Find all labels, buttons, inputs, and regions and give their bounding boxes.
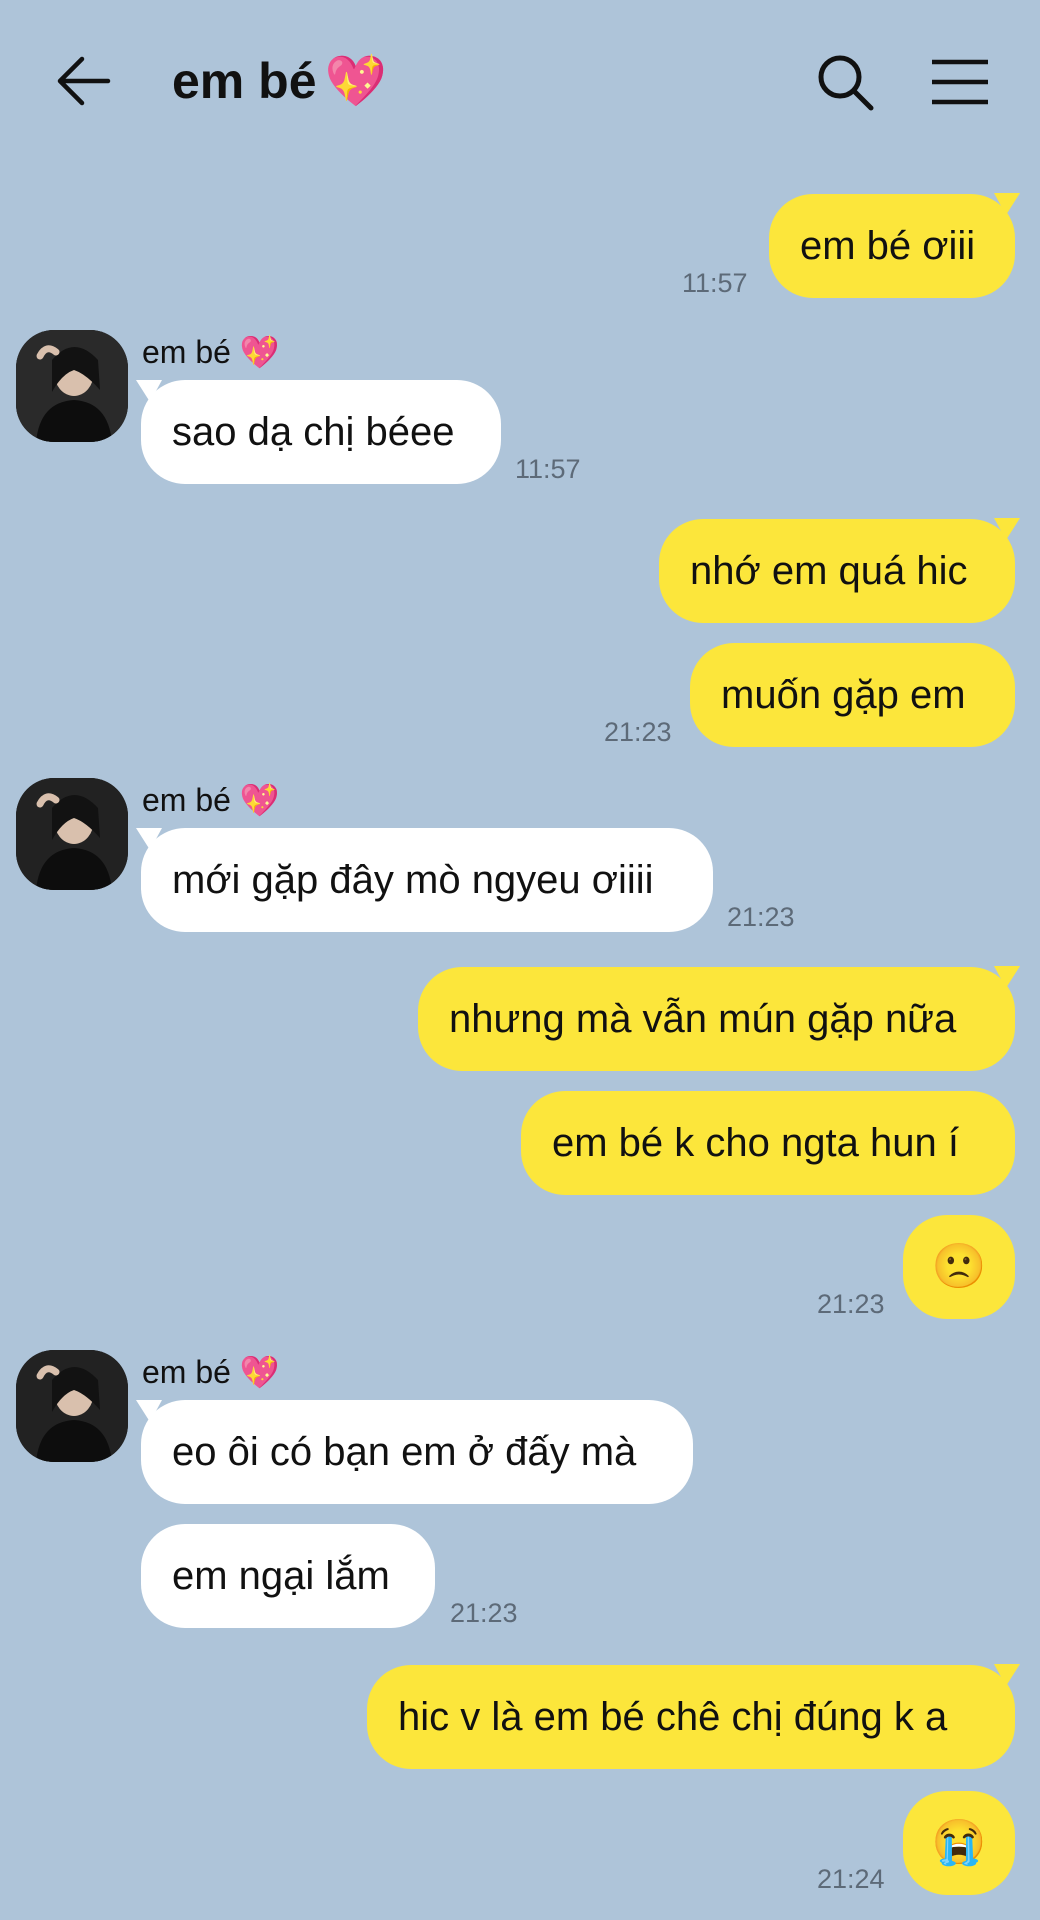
sender-name: em bé 💖 (142, 1352, 280, 1392)
chat-header: em bé 💖 (0, 0, 1040, 165)
back-arrow-icon[interactable] (52, 50, 114, 112)
outgoing-message[interactable]: muốn gặp em (690, 643, 1015, 747)
message-timestamp: 21:23 (817, 1289, 885, 1319)
message-timestamp: 21:23 (604, 717, 672, 747)
avatar-photo (16, 778, 128, 890)
contact-avatar[interactable] (16, 330, 128, 442)
outgoing-message[interactable]: em bé k cho ngta hun í (521, 1091, 1015, 1195)
outgoing-message[interactable]: nhớ em quá hic (659, 519, 1015, 623)
incoming-message[interactable]: em ngại lắm (141, 1524, 435, 1628)
sender-name: em bé 💖 (142, 780, 280, 820)
message-timestamp: 11:57 (515, 454, 581, 484)
message-timestamp: 21:23 (727, 902, 795, 932)
message-timestamp: 21:23 (450, 1598, 518, 1628)
sparkling-heart-icon: 💖 (324, 53, 387, 109)
incoming-message[interactable]: mới gặp đây mò ngyeu ơiiii (141, 828, 713, 932)
sparkling-heart-icon: 💖 (239, 1354, 280, 1390)
sparkling-heart-icon: 💖 (239, 334, 280, 370)
outgoing-emoji-message[interactable]: 😭 (903, 1791, 1015, 1895)
message-timestamp: 21:24 (817, 1864, 885, 1894)
chat-title-text: em bé (172, 53, 317, 109)
bubble-tail (136, 828, 162, 850)
bubble-tail (994, 193, 1020, 215)
outgoing-message[interactable]: em bé ơiii (769, 194, 1015, 298)
avatar-photo (16, 330, 128, 442)
incoming-message[interactable]: sao dạ chị béee (141, 380, 501, 484)
outgoing-emoji-message[interactable]: 🙁 (903, 1215, 1015, 1319)
bubble-tail (994, 518, 1020, 540)
sender-name: em bé 💖 (142, 332, 280, 372)
bubble-tail (994, 1664, 1020, 1686)
outgoing-message[interactable]: hic v là em bé chê chị đúng k a (367, 1665, 1015, 1769)
sender-name-text: em bé (142, 782, 231, 818)
menu-icon[interactable] (928, 50, 992, 114)
incoming-message[interactable]: eo ôi có bạn em ở đấy mà (141, 1400, 693, 1504)
message-timestamp: 11:57 (682, 268, 748, 298)
contact-avatar[interactable] (16, 1350, 128, 1462)
bubble-tail (136, 1400, 162, 1422)
sender-name-text: em bé (142, 1354, 231, 1390)
outgoing-message[interactable]: nhưng mà vẫn mún gặp nữa (418, 967, 1015, 1071)
bubble-tail (136, 380, 162, 402)
sparkling-heart-icon: 💖 (239, 782, 280, 818)
sender-name-text: em bé (142, 334, 231, 370)
search-icon[interactable] (813, 50, 877, 114)
bubble-tail (994, 966, 1020, 988)
contact-avatar[interactable] (16, 778, 128, 890)
avatar-photo (16, 1350, 128, 1462)
chat-title: em bé 💖 (172, 48, 387, 114)
